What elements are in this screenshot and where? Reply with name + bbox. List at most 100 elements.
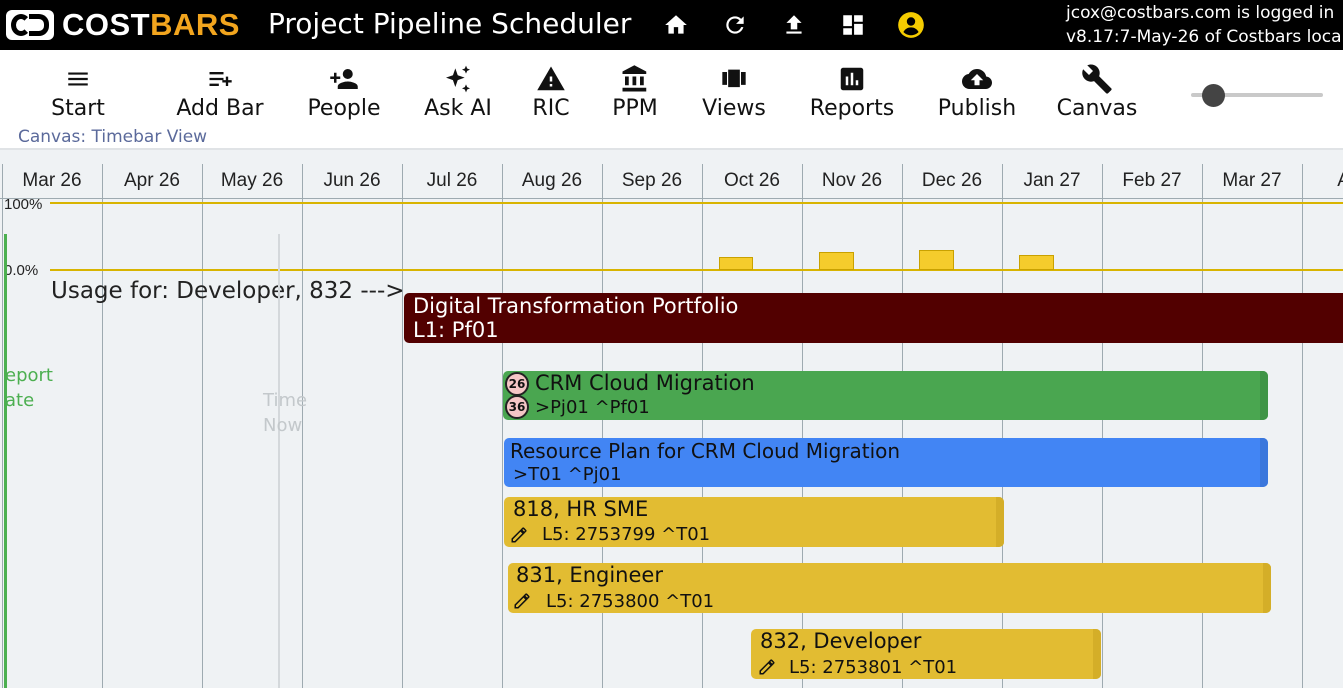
reports-button[interactable]: Reports (804, 62, 900, 121)
upload-icon[interactable] (779, 10, 809, 40)
bar-portfolio-title: Digital Transformation Portfolio (413, 294, 739, 318)
time-now-label: Time Now (263, 388, 307, 438)
zoom-slider-thumb[interactable] (1202, 84, 1225, 107)
month-gridline (2, 164, 3, 688)
start-button[interactable]: Start (40, 62, 116, 121)
badge-36[interactable]: 36 (505, 395, 529, 419)
month-label: Jan 27 (1023, 170, 1081, 191)
add-bar-label: Add Bar (176, 96, 264, 121)
bar-crm-title: CRM Cloud Migration (535, 371, 755, 395)
bar-crm-sub: >Pj01 ^Pf01 (535, 397, 650, 418)
usage-0-label: 0.0% (4, 262, 39, 279)
month-gridline (102, 164, 103, 688)
time-now-line (278, 234, 280, 688)
badge-26[interactable]: 26 (505, 372, 529, 396)
chart-icon (840, 67, 864, 91)
account-icon[interactable] (896, 10, 926, 40)
view-carousel-icon (722, 69, 746, 88)
time-now-line1: Time (263, 390, 308, 411)
usage-100-label: 100% (4, 196, 43, 213)
month-label: Aug 26 (521, 170, 583, 191)
bar-resize-handle[interactable] (1263, 563, 1271, 613)
month-label: Apr (1302, 164, 1343, 198)
month-label: Nov 26 (821, 170, 883, 191)
month-label: Dec 26 (921, 170, 983, 191)
add-bar-button[interactable]: Add Bar (170, 62, 270, 121)
bar-portfolio[interactable]: Digital Transformation Portfolio L1: Pf0… (404, 293, 1343, 343)
bar-engineer[interactable]: 831, Engineer L5: 2753800 ^T01 (508, 563, 1271, 613)
logo-text-bars: BARS (150, 7, 240, 42)
bar-hr-sme[interactable]: 818, HR SME L5: 2753799 ^T01 (504, 497, 1004, 547)
bar-resource-plan-sub: >T01 ^Pj01 (513, 464, 622, 485)
report-date-line (4, 234, 7, 688)
bar-crm-cloud-migration[interactable]: 26 36 CRM Cloud Migration >Pj01 ^Pf01 (503, 371, 1268, 420)
edit-icon[interactable] (758, 658, 776, 676)
ric-button[interactable]: RIC (526, 62, 576, 121)
report-date-line2: ate (5, 390, 35, 411)
bar-hr-sme-title: 818, HR SME (513, 497, 649, 521)
reports-label: Reports (809, 96, 895, 121)
usage-0-line (50, 269, 1343, 271)
month-header-divider (0, 198, 1343, 199)
bar-developer-title: 832, Developer (760, 629, 922, 653)
canvas-label: Canvas (1056, 96, 1138, 121)
logo-mark (6, 10, 54, 40)
warning-icon (537, 66, 565, 91)
month-label: Jun 26 (323, 170, 381, 191)
canvas-view-caption: Canvas: Timebar View (18, 127, 208, 147)
bar-engineer-sub: L5: 2753800 ^T01 (546, 591, 715, 612)
app-title: Project Pipeline Scheduler (268, 7, 632, 40)
ppm-label: PPM (612, 96, 658, 121)
start-label: Start (51, 96, 105, 121)
month-label: Apr 26 (124, 170, 180, 191)
logo-text-cost: COST (62, 7, 151, 42)
timebar-canvas[interactable]: Mar 26 Apr 26 May 26 Jun 26 Jul 26 Aug 26 Sep … (0, 150, 1343, 688)
bank-icon (622, 65, 647, 92)
bar-resource-plan[interactable]: Resource Plan for CRM Cloud Migration >T… (504, 438, 1268, 487)
bar-developer[interactable]: 832, Developer L5: 2753801 ^T01 (751, 629, 1101, 679)
report-date-line1: eport (5, 365, 53, 386)
bar-resize-handle[interactable] (1260, 438, 1268, 487)
bar-resize-handle[interactable] (1260, 371, 1268, 420)
refresh-icon[interactable] (720, 10, 750, 40)
views-button[interactable]: Views (696, 62, 772, 121)
zoom-slider[interactable] (1191, 84, 1323, 107)
people-button[interactable]: People (300, 62, 388, 121)
month-gridline (1302, 164, 1303, 688)
usage-bar-jan (1019, 255, 1054, 270)
canvas-button[interactable]: Canvas (1054, 62, 1140, 121)
dashboard-icon[interactable] (838, 10, 868, 40)
usage-for-label: Usage for: Developer, 832 ---> (51, 278, 405, 304)
publish-button[interactable]: Publish (932, 62, 1022, 121)
home-icon[interactable] (661, 10, 691, 40)
bar-resize-handle[interactable] (1093, 629, 1101, 679)
costbars-logo[interactable]: COST BARS (6, 6, 240, 44)
edit-icon[interactable] (510, 526, 528, 544)
ask-ai-label: Ask AI (424, 96, 492, 121)
ask-ai-button[interactable]: Ask AI (418, 62, 498, 121)
sparkle-icon (446, 65, 470, 93)
ric-label: RIC (532, 96, 570, 121)
month-label: Mar 26 (22, 170, 82, 191)
publish-label: Publish (937, 96, 1017, 121)
month-gridline (402, 164, 403, 688)
month-label: Feb 27 (1122, 170, 1182, 191)
bar-portfolio-sub: L1: Pf01 (413, 318, 499, 342)
month-gridline (202, 164, 203, 688)
top-bar: COST BARS Project Pipeline Scheduler jcox… (0, 0, 1343, 50)
edit-icon[interactable] (513, 592, 531, 610)
bar-developer-sub: L5: 2753801 ^T01 (789, 657, 958, 678)
ppm-button[interactable]: PPM (605, 62, 665, 121)
person-add-icon (330, 69, 358, 89)
usage-100-line (50, 202, 1343, 204)
month-label: Sep 26 (621, 170, 683, 191)
bar-resize-handle[interactable] (996, 497, 1004, 547)
month-gridline (502, 164, 503, 688)
bar-hr-sme-sub: L5: 2753799 ^T01 (542, 524, 711, 545)
version-info: v8.17:7-May-26 of Costbars local (1066, 27, 1343, 47)
wrench-icon (1082, 64, 1112, 94)
month-label: Oct 26 (724, 170, 780, 191)
usage-bar-dec (919, 250, 954, 270)
month-label: May 26 (220, 170, 284, 191)
views-label: Views (702, 96, 766, 121)
